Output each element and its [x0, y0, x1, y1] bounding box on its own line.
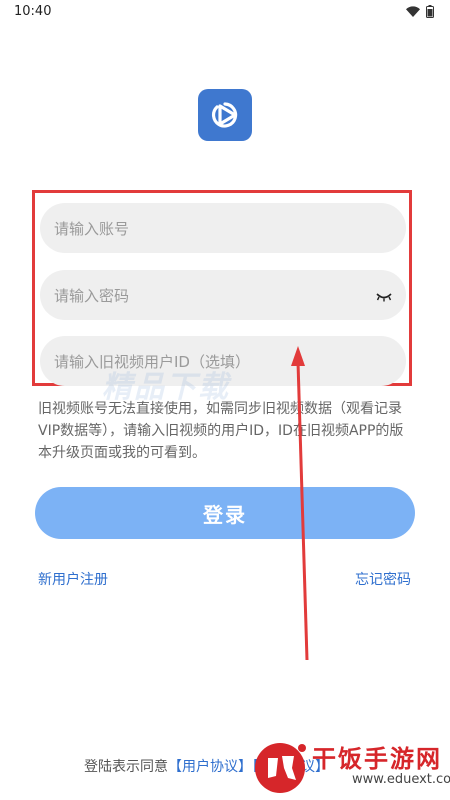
hint-text: 旧视频账号无法直接使用，如需同步旧视频数据（观看记录 VIP数据等），请输入旧视…: [38, 401, 404, 461]
user-agreement-link[interactable]: 【用户协议】: [168, 759, 252, 775]
status-bar: 10:40: [0, 0, 450, 24]
status-icons: [406, 5, 434, 18]
watermark-site-url: www.eduext.com: [352, 772, 450, 787]
eye-closed-icon[interactable]: [376, 287, 392, 306]
status-time: 10:40: [14, 4, 52, 19]
watermark-site-name: 干饭手游网: [312, 745, 442, 773]
watermark-text: 干饭手游网 www.eduext.com: [312, 746, 450, 788]
agreement-prefix: 登陆表示同意: [84, 759, 168, 775]
watermark-site: 干饭手游网 www.eduext.com: [252, 738, 450, 796]
login-button[interactable]: 登录: [35, 487, 415, 539]
site-logo-icon: [255, 743, 306, 793]
forgot-password-link[interactable]: 忘记密码: [355, 569, 411, 589]
battery-icon: [426, 5, 434, 18]
app-logo: [198, 89, 252, 141]
register-link[interactable]: 新用户注册: [38, 569, 108, 589]
wifi-icon: [406, 6, 420, 17]
password-placeholder: 请输入密码: [54, 286, 130, 305]
password-input[interactable]: 请输入密码: [40, 270, 406, 320]
play-icon: [211, 102, 238, 128]
account-input[interactable]: 请输入账号: [40, 203, 406, 253]
account-placeholder: 请输入账号: [54, 219, 130, 238]
